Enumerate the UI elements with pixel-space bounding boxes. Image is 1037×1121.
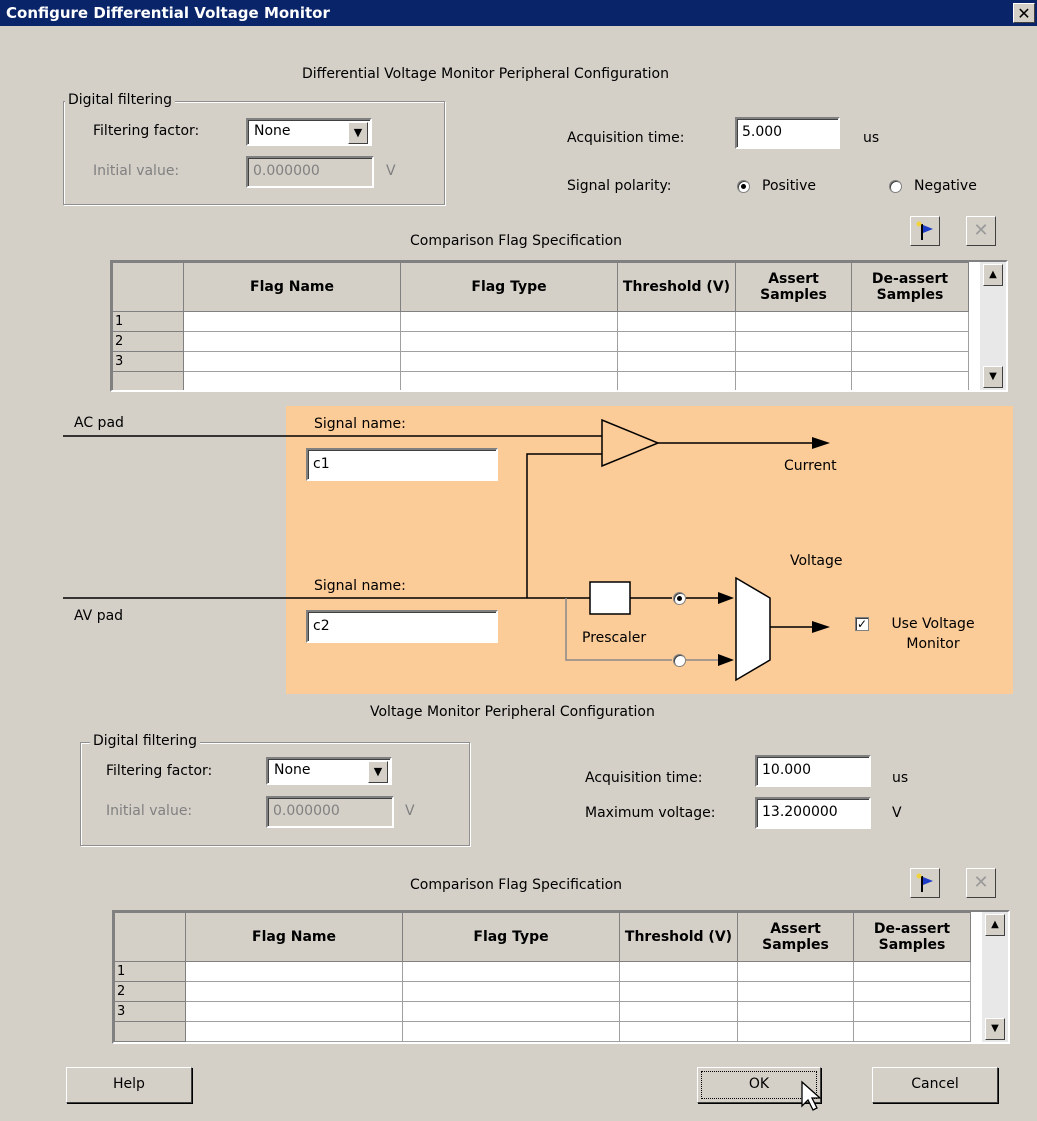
vm-col-flag-name: Flag Name xyxy=(185,912,403,962)
signal-name-input-2[interactable]: c2 xyxy=(306,610,498,643)
vm-comparison-title: Comparison Flag Specification xyxy=(410,877,623,893)
vm-col-assert-samples: Assert Samples xyxy=(737,912,854,962)
vm-section-title: Voltage Monitor Peripheral Configuration xyxy=(370,704,655,720)
add-flag-icon xyxy=(916,873,933,892)
cancel-button[interactable]: Cancel xyxy=(872,1067,998,1103)
vm-acquisition-time-unit: us xyxy=(892,770,909,786)
help-button[interactable]: Help xyxy=(66,1067,192,1103)
current-label: Current xyxy=(784,458,837,474)
use-voltage-monitor-checkbox[interactable]: ✓ xyxy=(855,617,869,631)
signal-name-label-1: Signal name: xyxy=(314,416,406,432)
vm-initial-value-label: Initial value: xyxy=(106,803,193,819)
row-header: 2 xyxy=(114,981,186,1002)
vm-digital-filtering-legend: Digital filtering xyxy=(90,733,201,749)
delete-icon: ✕ xyxy=(973,872,989,893)
vm-maximum-voltage-label: Maximum voltage: xyxy=(585,805,716,821)
vm-col-deassert-samples: De-assert Samples xyxy=(853,912,971,962)
vm-delete-flag-button[interactable]: ✕ xyxy=(966,868,996,898)
vm-acquisition-time-input[interactable]: 10.000 xyxy=(755,755,871,787)
bypass-path-radio[interactable] xyxy=(673,654,686,667)
use-voltage-monitor-label: Use Voltage Monitor xyxy=(891,616,975,652)
vm-maximum-voltage-input[interactable]: 13.200000 xyxy=(755,797,871,829)
vm-maximum-voltage-unit: V xyxy=(892,805,902,821)
cursor-icon xyxy=(801,1080,822,1111)
vm-filtering-factor-label: Filtering factor: xyxy=(106,763,213,779)
prescaler-path-radio[interactable] xyxy=(673,592,686,605)
row-header: 3 xyxy=(114,1001,186,1022)
vm-filtering-factor-value: None xyxy=(274,762,311,778)
vm-col-threshold: Threshold (V) xyxy=(619,912,738,962)
vm-col-rowheader xyxy=(114,912,186,962)
table-row[interactable] xyxy=(114,1021,971,1042)
vm-flag-table[interactable]: Flag Name Flag Type Threshold (V) Assert… xyxy=(112,910,1010,1044)
av-pad-label: AV pad xyxy=(74,608,124,624)
scroll-down-icon[interactable]: ▼ xyxy=(985,1018,1005,1040)
dialog-window: Configure Differential Voltage Monitor ✕… xyxy=(0,0,1037,1121)
prescaler-label: Prescaler xyxy=(582,630,647,646)
table-row[interactable]: 2 xyxy=(114,981,971,1002)
row-header: 1 xyxy=(114,961,186,982)
signal-name-label-2: Signal name: xyxy=(314,578,406,594)
table-row[interactable]: 3 xyxy=(114,1001,971,1022)
vm-acquisition-time-label: Acquisition time: xyxy=(585,770,703,786)
voltage-label: Voltage xyxy=(790,553,843,569)
table-row[interactable]: 1 xyxy=(114,961,971,982)
vm-filtering-factor-select[interactable]: None ▼ xyxy=(266,757,392,785)
chevron-down-icon[interactable]: ▼ xyxy=(368,761,388,783)
signal-name-input-1[interactable]: c1 xyxy=(306,448,498,481)
vm-col-flag-type: Flag Type xyxy=(402,912,620,962)
vm-initial-value-unit: V xyxy=(405,803,415,819)
scroll-up-icon[interactable]: ▲ xyxy=(985,914,1005,936)
vm-table-scrollbar[interactable]: ▲ ▼ xyxy=(982,912,1008,1042)
ac-pad-label: AC pad xyxy=(74,415,124,431)
vm-initial-value-field: 0.000000 xyxy=(266,796,394,828)
vm-add-flag-button[interactable] xyxy=(910,868,940,898)
